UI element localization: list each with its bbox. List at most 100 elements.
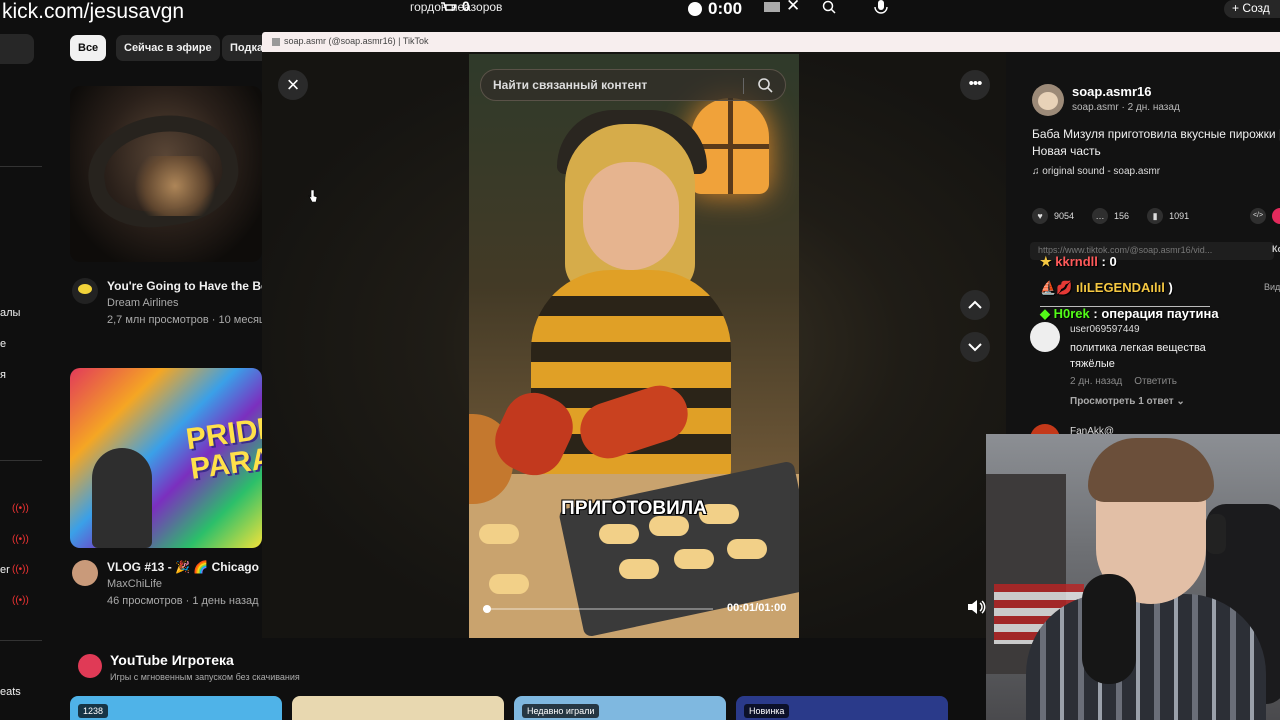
sidebar-item-3[interactable]: я <box>0 369 6 381</box>
video-time: 00:01/01:00 <box>727 602 787 614</box>
video-caption: ПРИГОТОВИЛА <box>561 498 707 519</box>
live-icon: ((•)) <box>12 534 29 545</box>
video-title[interactable]: You're Going to Have the Bes <box>107 279 274 293</box>
sound-name: original sound - soap.asmr <box>1042 166 1161 177</box>
stream-url-overlay: kick.com/jesusavgn <box>2 0 185 23</box>
share-icon[interactable] <box>1272 208 1280 224</box>
plaid-shirt <box>1026 594 1266 720</box>
city-lights <box>130 156 220 216</box>
live-icon: ((•)) <box>12 503 29 514</box>
save-count: 1091 <box>1169 211 1190 221</box>
comment-button[interactable]: … 156 <box>1092 208 1129 224</box>
live-icon: ((•)) <box>12 595 29 606</box>
progress-bar[interactable] <box>482 605 713 613</box>
sound-link[interactable]: ♫ original sound - soap.asmr <box>1032 166 1160 177</box>
chat-username[interactable]: kkrndll <box>1055 254 1098 269</box>
thumbnail-text: PRIDE PARAD <box>184 410 262 486</box>
video-player[interactable]: ПРИГОТОВИЛА 00:01/01:00 <box>469 54 799 638</box>
chat-text: : 0 <box>1101 254 1117 269</box>
video-thumbnail[interactable]: PRIDE PARAD <box>70 368 262 548</box>
next-video-button[interactable] <box>960 332 990 362</box>
sidebar-menu-item[interactable] <box>0 34 34 64</box>
search-icon[interactable] <box>822 0 836 14</box>
chat-badge-icon: ★ <box>1040 254 1052 269</box>
channel-avatar[interactable] <box>72 278 98 304</box>
chat-username[interactable]: H0rek <box>1054 306 1090 321</box>
keyboard-icon <box>764 2 780 12</box>
chat-badge-icon: ⛵💋 <box>1040 280 1073 295</box>
game-card-tag: Новинка <box>744 704 790 718</box>
save-button[interactable]: ▮ 1091 <box>1147 208 1189 224</box>
video-meta: 46 просмотров · 1 день назад <box>107 595 259 607</box>
search-icon[interactable] <box>757 77 773 93</box>
sidebar-item-5[interactable]: eats <box>0 686 21 698</box>
view-replies-button[interactable]: Просмотреть 1 ответ ⌄ <box>1070 396 1185 407</box>
chat-message: ★ kkrndll : 0 <box>1040 254 1117 270</box>
bookmark-icon: ▮ <box>1147 208 1164 224</box>
woman-face <box>583 162 679 270</box>
game-card[interactable]: Недавно играли <box>514 696 726 720</box>
chip-live[interactable]: Сейчас в эфире <box>116 35 220 61</box>
microphone-icon[interactable] <box>872 0 890 16</box>
comment-text: политика легкая вещества тяжёлые <box>1070 342 1206 370</box>
sidebar-item-4[interactable]: er <box>0 564 10 576</box>
games-icon <box>78 654 102 678</box>
window-titlebar[interactable]: soap.asmr (@soap.asmr16) | TikTok <box>262 32 1280 52</box>
youtube-header <box>0 0 1280 36</box>
games-section-subtitle: Игры с мгновенным запуском без скачивани… <box>110 672 300 682</box>
reply-button[interactable]: Ответить <box>1134 376 1177 387</box>
sidebar-divider <box>0 166 42 167</box>
streamer-webcam <box>986 434 1280 720</box>
like-count: 9054 <box>1054 211 1075 221</box>
create-label: Созд <box>1242 1 1270 15</box>
related-search-input[interactable] <box>493 70 743 100</box>
channel-name[interactable]: Dream Airlines <box>107 297 179 309</box>
video-title[interactable]: VLOG #13 - 🎉 🌈 Chicago I <box>107 560 266 574</box>
channel-avatar[interactable] <box>72 560 98 586</box>
game-card-tag: Недавно играли <box>522 704 600 718</box>
chat-username[interactable]: ılıLEGENDAılıl <box>1076 280 1165 295</box>
sidebar-item-channels[interactable]: алы <box>0 307 20 319</box>
author-avatar[interactable] <box>1032 84 1064 116</box>
game-card[interactable]: Новинка <box>736 696 948 720</box>
sidebar-item-2[interactable]: e <box>0 338 6 350</box>
side-label: Вид <box>1264 282 1280 292</box>
channel-name[interactable]: MaxChiLife <box>107 578 162 590</box>
timer-value: 0:00 <box>708 0 743 18</box>
commenter-avatar[interactable] <box>1030 322 1060 352</box>
video-description: Баба Мизуля приготовила вкусные пирожки … <box>1032 127 1280 158</box>
previous-video-button[interactable] <box>960 290 990 320</box>
embed-icon[interactable]: </> <box>1250 208 1266 224</box>
youtube-search-query[interactable]: гордон неазоров <box>410 0 502 14</box>
create-button[interactable]: + Созд <box>1224 0 1280 18</box>
pastry <box>727 539 767 559</box>
comment-time: 2 дн. назад <box>1070 376 1123 387</box>
chat-message: ◆ H0rek : операция паутина <box>1040 306 1219 322</box>
game-card[interactable] <box>292 696 504 720</box>
games-section-title[interactable]: YouTube Игротека <box>110 652 234 668</box>
search-divider <box>743 78 744 94</box>
clear-search-icon[interactable]: ✕ <box>786 0 800 16</box>
pastry <box>479 524 519 544</box>
progress-knob[interactable] <box>482 605 491 613</box>
chat-badge-icon: ◆ <box>1040 306 1050 321</box>
comment-icon: … <box>1092 208 1109 224</box>
author-name[interactable]: soap.asmr16 <box>1072 84 1152 99</box>
copy-link-button[interactable]: Ко <box>1272 244 1280 254</box>
chevron-up-icon <box>968 300 982 309</box>
mouse-cursor-icon <box>308 190 318 202</box>
related-search-box[interactable] <box>480 69 786 101</box>
commenter-name[interactable]: user069597449 <box>1070 324 1140 335</box>
chip-all[interactable]: Все <box>70 35 107 61</box>
game-card-tag: 1238 <box>78 704 109 718</box>
pastry <box>619 559 659 579</box>
more-options-icon[interactable]: ••• <box>960 70 990 100</box>
close-button[interactable]: × <box>278 70 308 100</box>
video-thumbnail[interactable] <box>70 86 262 262</box>
game-card[interactable]: 1238 <box>70 696 282 720</box>
microphone <box>1082 574 1136 684</box>
video-meta: 2,7 млн просмотров · 10 месяц <box>107 314 266 326</box>
live-icon: ((•)) <box>12 564 29 575</box>
pastry <box>489 574 529 594</box>
like-button[interactable]: ♥ 9054 <box>1032 208 1074 224</box>
